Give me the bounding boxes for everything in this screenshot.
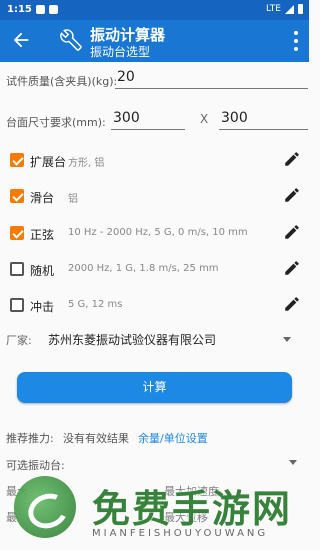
notification-icon bbox=[36, 5, 45, 14]
option-name: 随机 bbox=[30, 264, 55, 278]
size-label: 台面尺寸要求(mm): bbox=[6, 116, 106, 129]
option-row: 扩展台 方形, 铝 bbox=[0, 147, 309, 173]
option-name: 扩展台 bbox=[30, 155, 67, 169]
app-title: 振动计算器 bbox=[90, 26, 166, 44]
watermark-text: 免费手游网 bbox=[92, 487, 293, 531]
vendor-dropdown-icon[interactable] bbox=[283, 337, 291, 342]
app-bar: 振动计算器 振动台选型 bbox=[0, 20, 309, 62]
edit-pencil-icon[interactable] bbox=[283, 223, 301, 241]
height-input[interactable]: 300 bbox=[219, 108, 308, 130]
option-desc: 铝 bbox=[68, 194, 78, 205]
option-row: 滑台 铝 bbox=[0, 183, 309, 209]
option-checkbox[interactable] bbox=[10, 189, 24, 203]
network-type: LTE bbox=[266, 4, 281, 14]
width-input[interactable]: 300 bbox=[111, 108, 185, 130]
edit-pencil-icon[interactable] bbox=[283, 295, 301, 313]
status-bar: 1:15 LTE bbox=[0, 0, 309, 20]
vendor-label: 厂家: bbox=[6, 334, 32, 347]
option-checkbox[interactable] bbox=[10, 153, 24, 167]
calculate-button[interactable]: 计算 bbox=[17, 372, 292, 403]
option-row: 随机 2000 Hz, 1 G, 1.8 m/s, 25 mm bbox=[0, 256, 309, 282]
available-dropdown-icon[interactable] bbox=[289, 460, 297, 465]
edit-pencil-icon[interactable] bbox=[283, 186, 301, 204]
option-desc: 10 Hz - 2000 Hz, 5 G, 0 m/s, 10 mm bbox=[68, 227, 248, 238]
mass-input[interactable]: 20 bbox=[115, 67, 308, 89]
edit-pencil-icon[interactable] bbox=[283, 150, 301, 168]
option-desc: 2000 Hz, 1 G, 1.8 m/s, 25 mm bbox=[68, 263, 219, 274]
notification-icons bbox=[36, 5, 58, 14]
watermark-subtext: MIANFEISHOUYOUWANG bbox=[92, 528, 269, 539]
wrench-icon bbox=[60, 29, 82, 51]
status-time: 1:15 bbox=[7, 4, 32, 15]
watermark-logo-icon bbox=[14, 476, 76, 538]
vendor-select[interactable]: 苏州东菱振动试验仪器有限公司 bbox=[48, 331, 216, 348]
signal-icon bbox=[285, 4, 294, 14]
size-separator: X bbox=[200, 112, 209, 126]
status-right: LTE bbox=[266, 4, 303, 14]
option-row: 冲击 5 G, 12 ms bbox=[0, 292, 309, 318]
thrust-value: 没有有效结果 bbox=[63, 432, 129, 445]
option-checkbox[interactable] bbox=[10, 298, 24, 312]
back-arrow-icon[interactable] bbox=[10, 29, 32, 51]
option-name: 滑台 bbox=[30, 191, 55, 205]
mass-label: 试件质量(含夹具)(kg): bbox=[6, 75, 118, 88]
sd-card-icon bbox=[49, 5, 58, 14]
option-name: 冲击 bbox=[30, 300, 55, 314]
option-desc: 5 G, 12 ms bbox=[68, 299, 123, 310]
thrust-label: 推荐推力: bbox=[6, 432, 54, 445]
option-row: 正弦 10 Hz - 2000 Hz, 5 G, 0 m/s, 10 mm bbox=[0, 220, 309, 246]
option-desc: 方形, 铝 bbox=[68, 158, 105, 169]
edit-pencil-icon[interactable] bbox=[283, 259, 301, 277]
more-vert-icon[interactable] bbox=[293, 31, 299, 51]
option-checkbox[interactable] bbox=[10, 262, 24, 276]
watermark: 免费手游网 MIANFEISHOUYOUWANG bbox=[0, 468, 309, 550]
app-subtitle: 振动台选型 bbox=[90, 45, 151, 59]
option-name: 正弦 bbox=[30, 228, 55, 242]
option-checkbox[interactable] bbox=[10, 226, 24, 240]
battery-icon bbox=[298, 4, 303, 14]
margin-unit-settings-link[interactable]: 余量/单位设置 bbox=[138, 430, 208, 446]
